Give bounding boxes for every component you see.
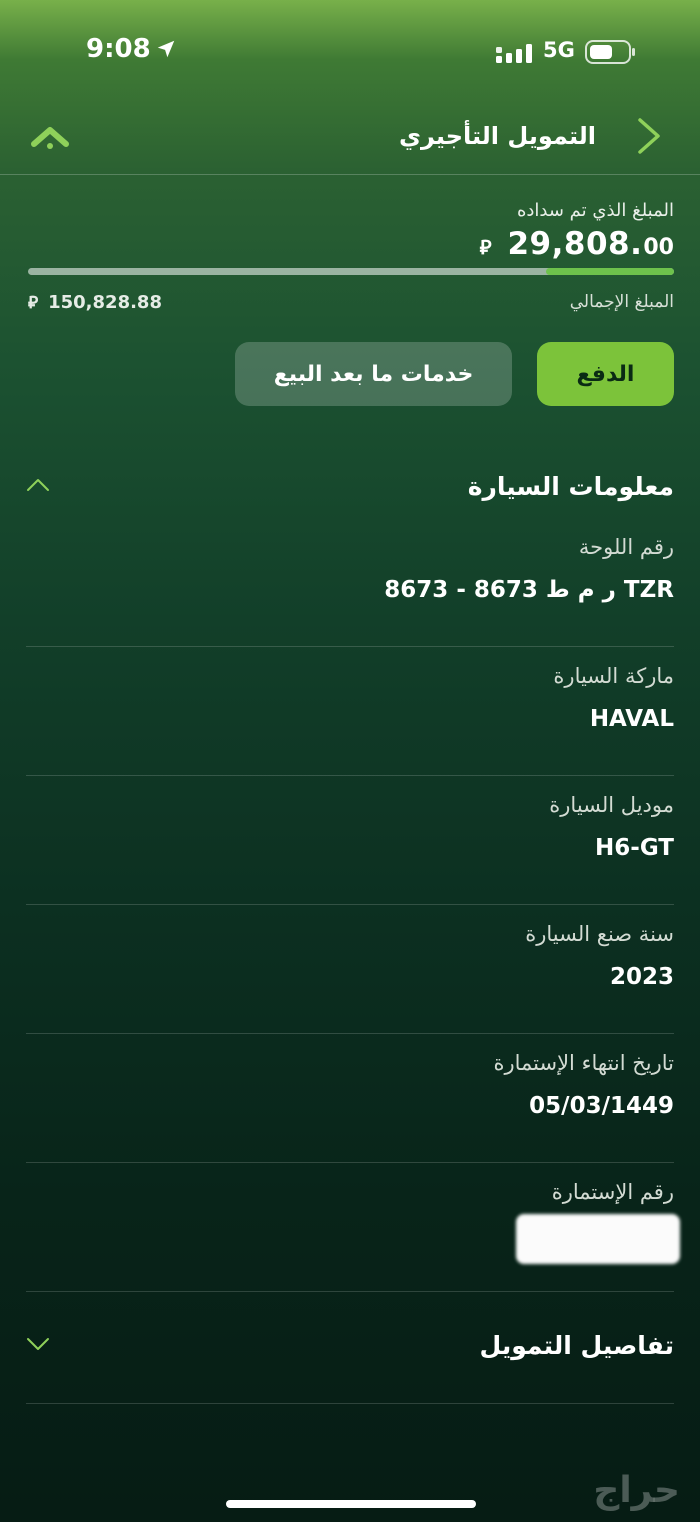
payment-progress-bar xyxy=(28,268,674,275)
brand-chevron-logo-icon[interactable] xyxy=(30,122,70,152)
app-header: التمويل التأجيري xyxy=(0,100,700,175)
paid-amount-main: 29,808. xyxy=(507,226,643,262)
registration-expiry-field: تاريخ انتهاء الإستمارة 05/03/1449 xyxy=(26,1033,674,1163)
total-amount-value: 150,828.88 xyxy=(48,291,162,313)
field-label: رقم اللوحة xyxy=(578,535,674,559)
field-value: H6-GT xyxy=(595,835,674,861)
chevron-up-icon[interactable] xyxy=(26,478,50,492)
field-label: ماركة السيارة xyxy=(553,664,674,688)
back-chevron-icon[interactable] xyxy=(632,116,666,156)
status-bar: 9:08 5G xyxy=(0,0,700,100)
car-brand-field: ماركة السيارة HAVAL xyxy=(26,646,674,776)
car-info-title: معلومات السيارة xyxy=(467,472,674,501)
manufacture-year-field: سنة صنع السيارة 2023 xyxy=(26,904,674,1034)
pay-button[interactable]: الدفع xyxy=(537,342,674,406)
field-label: رقم الإستمارة xyxy=(551,1180,674,1204)
location-arrow-icon xyxy=(157,40,175,58)
chevron-down-icon[interactable] xyxy=(26,1337,50,1351)
field-label: سنة صنع السيارة xyxy=(525,922,674,946)
total-amount-label: المبلغ الإجمالي xyxy=(569,292,674,312)
network-type: 5G xyxy=(543,38,575,62)
after-sales-services-button[interactable]: خدمات ما بعد البيع xyxy=(235,342,512,406)
car-info-section-header[interactable]: معلومات السيارة xyxy=(26,468,674,508)
page-title: التمويل التأجيري xyxy=(398,122,596,150)
field-value: 05/03/1449 xyxy=(529,1093,674,1119)
divider xyxy=(26,1403,674,1404)
status-time: 9:08 xyxy=(86,34,151,64)
home-indicator[interactable] xyxy=(226,1500,476,1508)
registration-number-field: رقم الإستمارة xyxy=(26,1162,680,1292)
field-value: 2023 xyxy=(609,964,674,990)
finance-details-title: تفاصيل التمويل xyxy=(479,1331,674,1360)
field-label: تاريخ انتهاء الإستمارة xyxy=(493,1051,674,1075)
paid-amount: ⃁ 29,808.00 xyxy=(480,226,674,262)
haraj-watermark: حراج xyxy=(593,1470,680,1511)
redacted-value xyxy=(516,1214,680,1264)
battery-icon xyxy=(585,40,635,64)
total-amount: ⃁ 150,828.88 xyxy=(28,291,162,314)
field-label: موديل السيارة xyxy=(549,793,674,817)
field-value: HAVAL xyxy=(589,706,674,732)
payment-progress-fill xyxy=(546,268,674,275)
plate-number-field: رقم اللوحة ر م ط 8673 - 8673 TZR xyxy=(26,517,674,647)
signal-icon xyxy=(496,44,532,63)
paid-amount-label: المبلغ الذي تم سداده xyxy=(516,200,674,221)
car-model-field: موديل السيارة H6-GT xyxy=(26,775,674,905)
finance-details-section-header[interactable]: تفاصيل التمويل xyxy=(26,1327,674,1367)
riyal-currency-icon: ⃁ xyxy=(28,293,39,313)
paid-amount-decimal: 00 xyxy=(643,235,674,260)
riyal-currency-icon: ⃁ xyxy=(479,235,492,259)
field-value: ر م ط 8673 - 8673 TZR xyxy=(384,577,674,603)
